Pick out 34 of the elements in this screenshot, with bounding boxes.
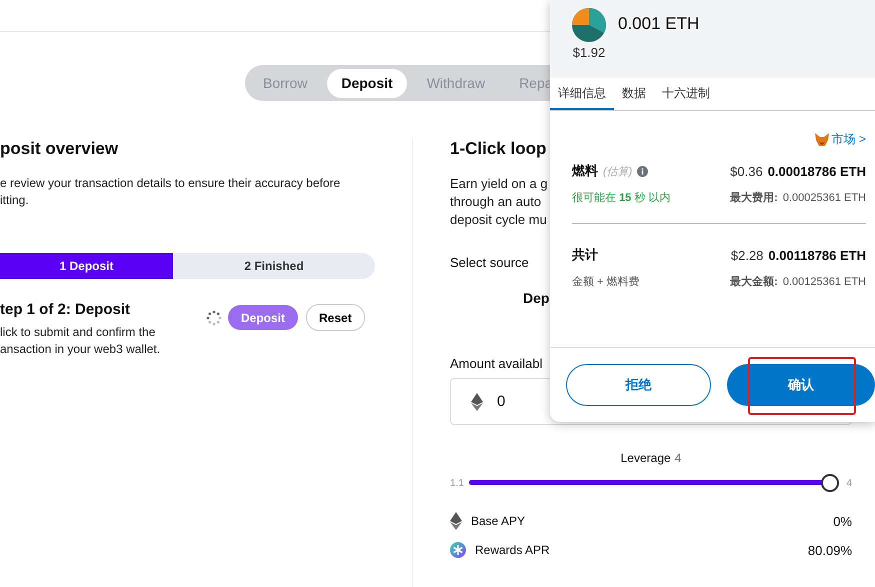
field-label: Amount availabl	[450, 356, 542, 371]
slider-value: 4	[674, 451, 682, 465]
rate-label: Rewards APR	[475, 543, 550, 557]
step-segment: 1 Deposit	[0, 253, 173, 279]
token-amount: 0.001 ETH	[618, 14, 700, 35]
step-description: lick to submit and confirm the ansaction in your web3 wallet.	[0, 324, 162, 358]
max-amount-value: 0.00125361 ETH	[782, 276, 866, 288]
total-fiat: $2.28	[730, 248, 764, 262]
section-heading: posit overview	[0, 139, 120, 160]
total-note: 金额 + 燃料费	[572, 274, 640, 289]
fee-label: 燃料	[572, 162, 598, 180]
max-fee-value: 0.00025361 ETH	[782, 192, 866, 204]
description: Earn yield on a g through an auto deposit cycle mu	[450, 175, 548, 229]
total-label: 共计	[572, 246, 598, 264]
field-label: Select source	[450, 255, 529, 270]
slider-label: Leverage	[620, 451, 671, 465]
total-eth: 0.00118786 ETH	[768, 248, 866, 262]
description: e review your transaction details to ensure their accuracy before itting.	[0, 175, 342, 209]
fiat-amount: $1.92	[572, 45, 606, 60]
rate-label: Base APY	[471, 514, 526, 528]
section-heading: 1-Click loop	[450, 139, 546, 160]
amount-value: 0	[497, 393, 506, 410]
time-estimate: 很可能在 15 秒 以内	[572, 191, 670, 205]
max-amount-label: 最大金额:	[730, 274, 778, 289]
step-segment: 2 Finished	[173, 253, 375, 279]
max-fee-label: 最大费用:	[730, 190, 778, 205]
slider-max: 4	[846, 478, 852, 488]
fee-note: (估算)	[603, 164, 632, 178]
rate-value: 80.09%	[808, 542, 852, 558]
slider-min: 1.1	[450, 478, 464, 488]
rate-value: 0%	[833, 514, 852, 528]
step-title: tep 1 of 2: Deposit	[0, 301, 132, 318]
fee-fiat: $0.36	[730, 164, 763, 178]
fee-eth: 0.00018786 ETH	[768, 164, 866, 178]
